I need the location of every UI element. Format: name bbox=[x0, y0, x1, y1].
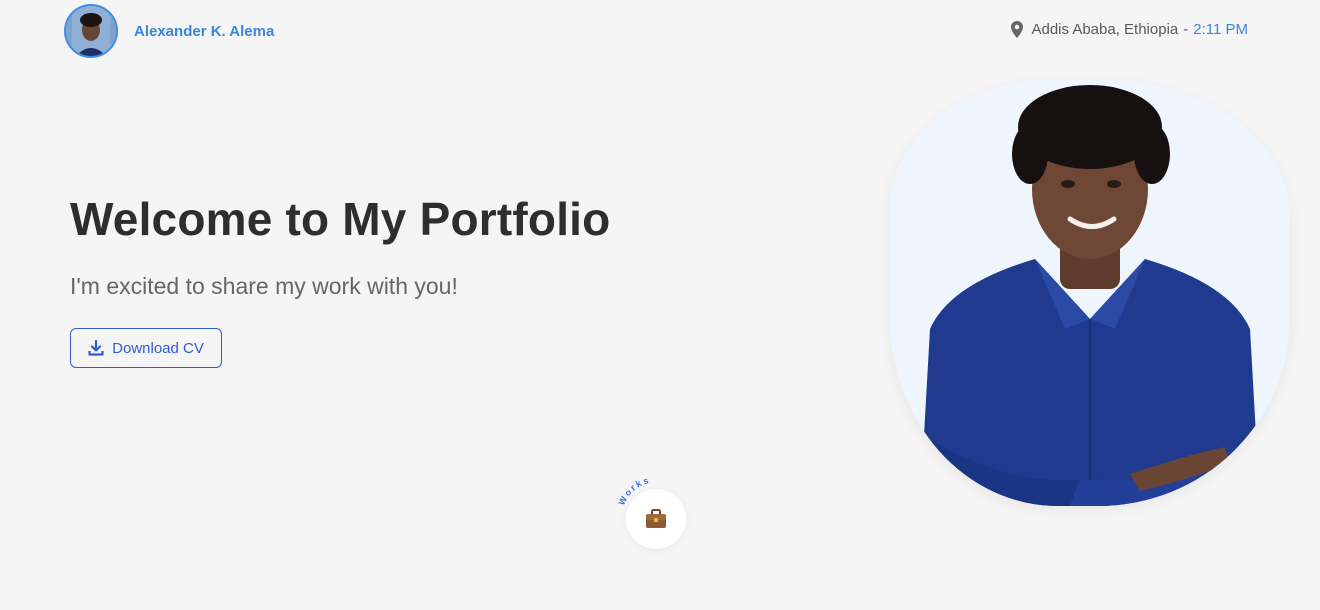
portfolio-page: Alexander K. Alema Addis Ababa, Ethiopia… bbox=[0, 0, 1320, 610]
brand-link[interactable]: Alexander K. Alema bbox=[64, 4, 274, 58]
download-icon bbox=[88, 340, 104, 356]
download-cv-label: Download CV bbox=[112, 339, 204, 357]
hero-subtitle: I'm excited to share my work with you! bbox=[70, 273, 458, 299]
brand-name: Alexander K. Alema bbox=[134, 22, 275, 40]
briefcase-icon bbox=[646, 509, 666, 528]
works-button[interactable]: Works bbox=[616, 474, 696, 554]
site-header: Alexander K. Alema Addis Ababa, Ethiopia… bbox=[0, 0, 1320, 62]
hero-title: Welcome to My Portfolio bbox=[70, 193, 611, 245]
download-cv-button[interactable]: Download CV bbox=[70, 328, 222, 368]
map-pin-icon bbox=[1011, 21, 1024, 38]
profile-portrait bbox=[890, 79, 1290, 506]
location-separator: - bbox=[1183, 21, 1189, 38]
works-circle[interactable] bbox=[626, 489, 686, 549]
avatar bbox=[64, 4, 118, 58]
location-info: Addis Ababa, Ethiopia - 2:11 PM bbox=[1011, 21, 1248, 38]
local-time: 2:11 PM bbox=[1193, 21, 1248, 38]
location-text: Addis Ababa, Ethiopia bbox=[1031, 21, 1179, 38]
